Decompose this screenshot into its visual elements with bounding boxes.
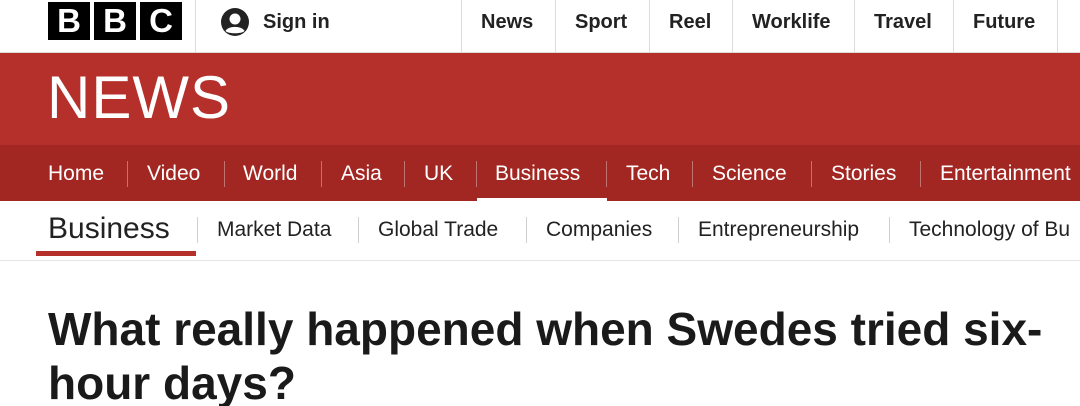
nav-divider [476, 161, 477, 187]
header-divider [1057, 0, 1058, 52]
header-divider [953, 0, 954, 52]
nav-tech[interactable]: Tech [626, 145, 670, 201]
bbc-logo-letter: B [94, 2, 136, 40]
section-title-underline [36, 251, 196, 256]
subnav-global-trade[interactable]: Global Trade [378, 201, 498, 259]
topnav-reel[interactable]: Reel [669, 0, 711, 44]
nav-science[interactable]: Science [712, 145, 787, 201]
nav-asia[interactable]: Asia [341, 145, 382, 201]
subnav-technology-of-business[interactable]: Technology of Bu [909, 201, 1070, 259]
bbc-logo[interactable]: B B C [48, 2, 182, 40]
nav-entertainment[interactable]: Entertainment [940, 145, 1071, 201]
header-divider [732, 0, 733, 52]
header-divider [854, 0, 855, 52]
nav-video[interactable]: Video [147, 145, 200, 201]
subnav-divider [526, 217, 527, 243]
section-title[interactable]: Business [48, 211, 170, 247]
nav-divider [811, 161, 812, 187]
bbc-global-header: B B C Sign in News Sport Reel Worklife T… [0, 0, 1080, 53]
nav-world[interactable]: World [243, 145, 297, 201]
header-divider [555, 0, 556, 52]
nav-divider [920, 161, 921, 187]
header-divider [461, 0, 462, 52]
nav-home[interactable]: Home [48, 145, 104, 201]
nav-divider [127, 161, 128, 187]
nav-divider [606, 161, 607, 187]
subnav-divider [889, 217, 890, 243]
subnav-divider [197, 217, 198, 243]
header-divider [649, 0, 650, 52]
nav-divider [224, 161, 225, 187]
nav-divider [321, 161, 322, 187]
topnav-future[interactable]: Future [973, 0, 1035, 44]
nav-divider [404, 161, 405, 187]
section-navigation: Business Market Data Global Trade Compan… [0, 201, 1080, 261]
header-divider [195, 0, 196, 52]
nav-uk[interactable]: UK [424, 145, 453, 201]
news-banner: NEWS [0, 53, 1080, 145]
sign-in-button[interactable]: Sign in [220, 0, 330, 44]
topnav-sport[interactable]: Sport [575, 0, 627, 44]
user-account-icon [220, 7, 250, 37]
subnav-companies[interactable]: Companies [546, 201, 652, 259]
topnav-travel[interactable]: Travel [874, 0, 932, 44]
subnav-divider [678, 217, 679, 243]
topnav-news[interactable]: News [481, 0, 533, 44]
bbc-logo-letter: B [48, 2, 90, 40]
topnav-worklife[interactable]: Worklife [752, 0, 831, 44]
news-wordmark-logo[interactable]: NEWS [47, 65, 231, 131]
article-headline: What really happened when Swedes tried s… [48, 303, 1043, 406]
nav-divider [692, 161, 693, 187]
subnav-divider [358, 217, 359, 243]
bbc-logo-letter: C [140, 2, 182, 40]
subnav-market-data[interactable]: Market Data [217, 201, 331, 259]
nav-stories[interactable]: Stories [831, 145, 896, 201]
subnav-entrepreneurship[interactable]: Entrepreneurship [698, 201, 859, 259]
sign-in-label: Sign in [263, 10, 330, 33]
nav-business-active[interactable]: Business [495, 145, 580, 201]
main-navigation: Home Video World Asia UK Business Tech S… [0, 145, 1080, 201]
